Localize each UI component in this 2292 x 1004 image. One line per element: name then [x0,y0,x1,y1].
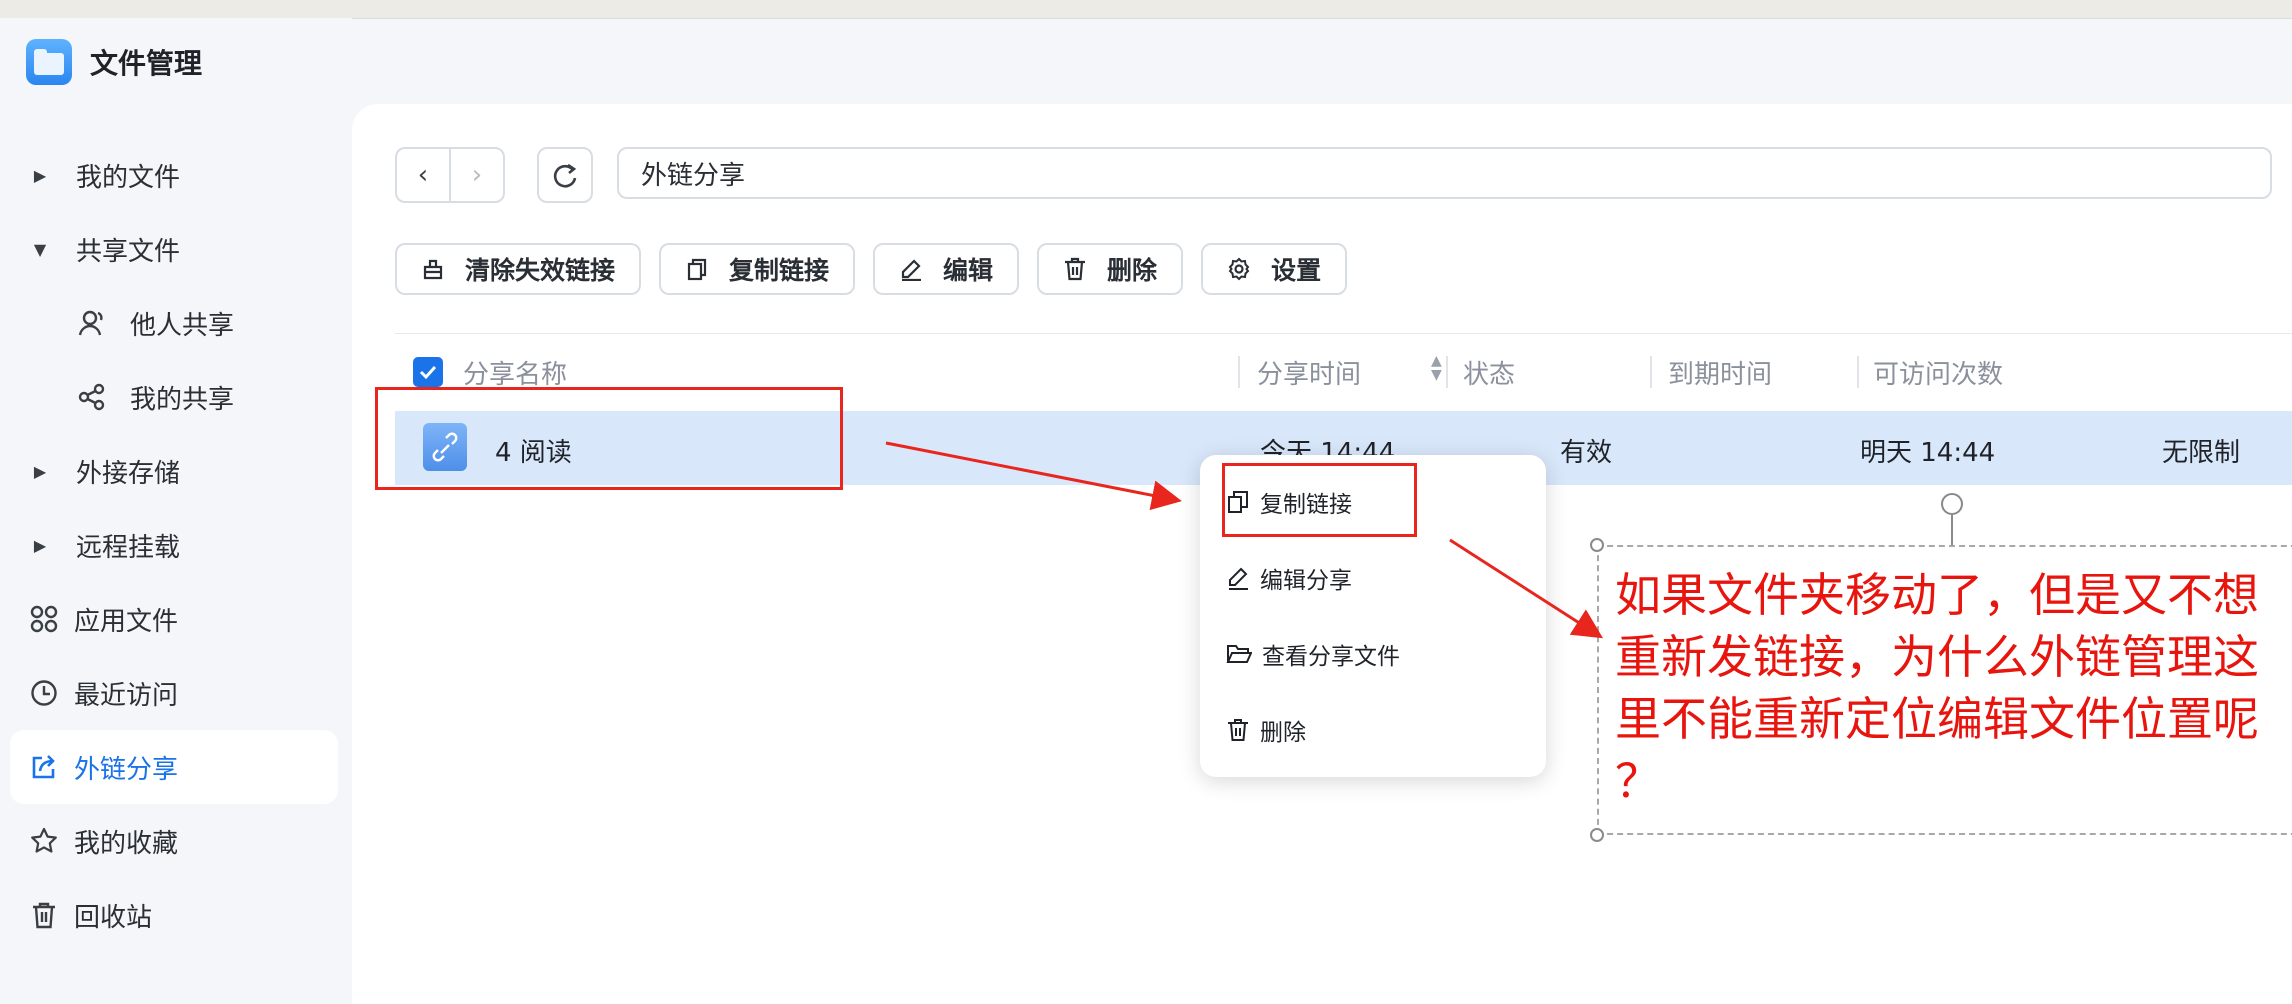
annotation-arrows [885,441,1604,639]
arrow-to-note [1449,538,1604,639]
arrow-to-menu [885,441,1182,511]
